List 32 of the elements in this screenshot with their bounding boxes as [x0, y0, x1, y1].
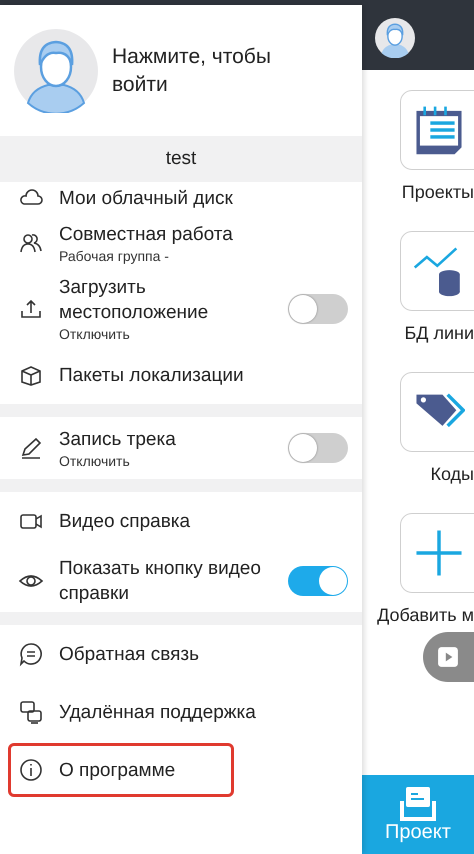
menu-item[interactable]: Удалённая поддержка	[59, 700, 348, 724]
menu-item[interactable]: Совместная работа	[59, 222, 348, 246]
login-prompt[interactable]: Нажмите, чтобы войти	[112, 42, 302, 98]
avatar-icon[interactable]	[375, 18, 415, 58]
item-subtitle: Отключить	[59, 452, 131, 470]
chat-icon	[18, 641, 44, 667]
tile-button[interactable]	[400, 90, 474, 170]
inbox-icon	[398, 785, 438, 821]
tile-label: Добавить м	[377, 605, 474, 626]
info-icon	[18, 757, 44, 783]
item-subtitle: Рабочая группа -	[59, 246, 170, 264]
tile-button[interactable]	[400, 513, 474, 593]
tile-button[interactable]	[400, 372, 474, 452]
menu-item[interactable]: Обратная связь	[59, 642, 348, 666]
item-subtitle: Отключить	[59, 325, 131, 343]
menu-item[interactable]: Показать кнопку видео справки	[59, 556, 284, 606]
tile-label: Коды	[430, 464, 474, 485]
tile-label: Проекты	[402, 182, 474, 203]
workspace-name: test	[166, 148, 196, 170]
tile-label: БД лини	[404, 323, 474, 344]
toggle-switch[interactable]	[288, 433, 348, 463]
menu-item[interactable]: Пакеты локализации	[59, 362, 348, 388]
toggle-switch[interactable]	[288, 566, 348, 596]
play-icon	[437, 646, 459, 668]
screens-icon	[18, 699, 44, 725]
menu-item[interactable]: Видео справка	[59, 508, 348, 534]
menu-item[interactable]: Запись трека	[59, 426, 284, 452]
toggle-switch[interactable]	[288, 294, 348, 324]
menu-item[interactable]: О программе	[59, 758, 348, 782]
menu-item[interactable]: Мои облачный диск	[59, 186, 348, 210]
tile-button[interactable]	[400, 231, 474, 311]
menu-item[interactable]: Загрузить местоположение	[59, 275, 284, 325]
